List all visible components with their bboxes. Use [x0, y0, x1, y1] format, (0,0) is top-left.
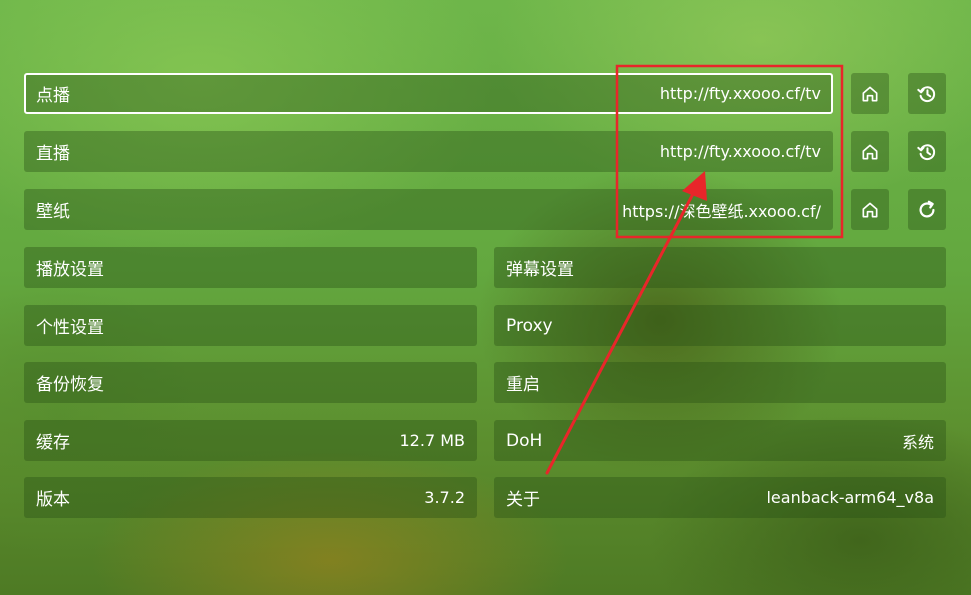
history-icon — [917, 85, 936, 102]
cache-size: 12.7 MB — [399, 431, 466, 450]
doh-label: DoH — [506, 430, 543, 451]
version-row[interactable]: 版本 3.7.2 — [24, 477, 477, 518]
doh-value: 系统 — [901, 432, 934, 452]
wallpaper-refresh-button[interactable] — [908, 189, 946, 230]
vod-label: 点播 — [36, 86, 70, 106]
proxy-row[interactable]: Proxy — [494, 305, 946, 346]
personal-settings-row[interactable]: 个性设置 — [24, 305, 477, 346]
cache-row[interactable]: 缓存 12.7 MB — [24, 420, 477, 461]
about-label: 关于 — [506, 490, 540, 510]
doh-row[interactable]: DoH 系统 — [494, 420, 946, 461]
wallpaper-url: https://深色壁纸.xxooo.cf/ — [622, 201, 821, 221]
live-row[interactable]: 直播 http://fty.xxooo.cf/tv — [24, 131, 833, 172]
wallpaper-row[interactable]: 壁纸 https://深色壁纸.xxooo.cf/ — [24, 189, 833, 230]
version-label: 版本 — [36, 490, 70, 510]
play-settings-label: 播放设置 — [36, 260, 104, 280]
home-icon — [862, 202, 878, 217]
wallpaper-label: 壁纸 — [36, 202, 70, 222]
personal-settings-label: 个性设置 — [36, 318, 104, 338]
history-icon — [917, 143, 936, 160]
vod-url: http://fty.xxooo.cf/tv — [659, 84, 821, 103]
danmaku-settings-row[interactable]: 弹幕设置 — [494, 247, 946, 288]
restart-row[interactable]: 重启 — [494, 362, 946, 403]
live-home-button[interactable] — [851, 131, 889, 172]
vod-home-button[interactable] — [851, 73, 889, 114]
live-history-button[interactable] — [908, 131, 946, 172]
home-icon — [862, 86, 878, 101]
danmaku-settings-label: 弹幕设置 — [506, 260, 574, 280]
about-row[interactable]: 关于 leanback-arm64_v8a — [494, 477, 946, 518]
restart-label: 重启 — [506, 375, 540, 395]
vod-row[interactable]: 点播 http://fty.xxooo.cf/tv — [24, 73, 833, 114]
refresh-icon — [919, 200, 935, 217]
live-url: http://fty.xxooo.cf/tv — [659, 142, 821, 161]
cache-label: 缓存 — [36, 433, 70, 453]
play-settings-row[interactable]: 播放设置 — [24, 247, 477, 288]
home-icon — [862, 144, 878, 159]
wallpaper-home-button[interactable] — [851, 189, 889, 230]
proxy-label: Proxy — [506, 315, 553, 336]
version-number: 3.7.2 — [424, 488, 465, 507]
backup-restore-label: 备份恢复 — [36, 375, 104, 395]
live-label: 直播 — [36, 144, 70, 164]
backup-restore-row[interactable]: 备份恢复 — [24, 362, 477, 403]
vod-history-button[interactable] — [908, 73, 946, 114]
about-value: leanback-arm64_v8a — [766, 488, 934, 507]
